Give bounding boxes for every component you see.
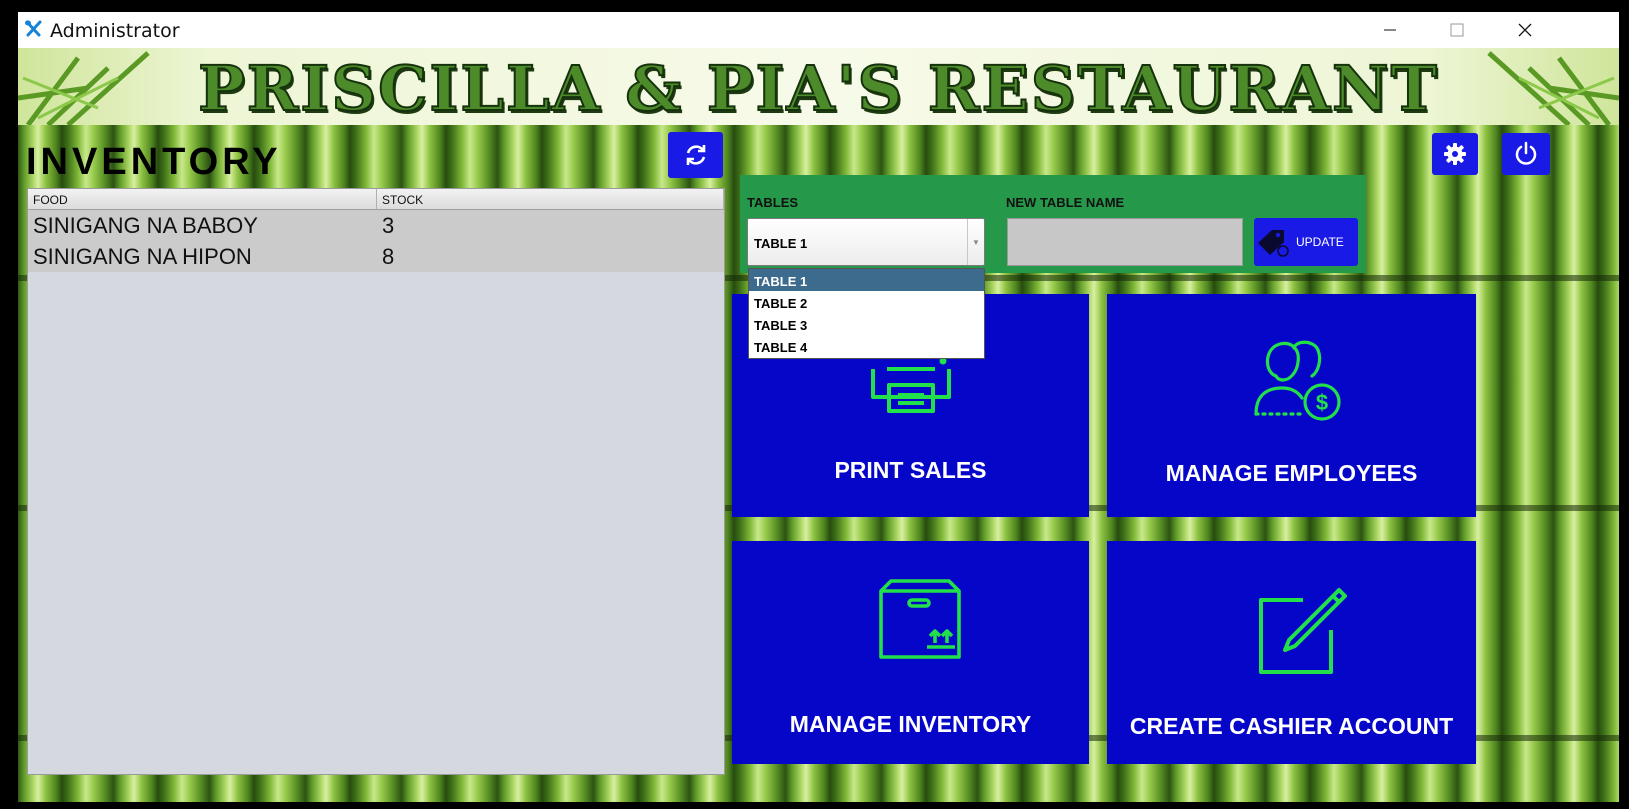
update-button[interactable]: UPDATE [1254, 218, 1358, 266]
update-label: UPDATE [1296, 235, 1344, 249]
table-row[interactable]: SINIGANG NA HIPON 8 [28, 241, 724, 272]
create-cashier-tile[interactable]: CREATE CASHIER ACCOUNT [1107, 541, 1476, 764]
stock-cell: 8 [382, 243, 395, 269]
food-cell: SINIGANG NA HIPON [33, 243, 252, 269]
price-tag-icon [1258, 230, 1289, 257]
table-option[interactable]: TABLE 2 [749, 291, 984, 313]
minimize-icon [1384, 29, 1396, 31]
table-option[interactable]: TABLE 3 [749, 313, 984, 335]
manage-employees-label: MANAGE EMPLOYEES [1165, 460, 1418, 486]
manage-inventory-label: MANAGE INVENTORY [789, 711, 1032, 737]
box-icon [879, 579, 961, 659]
tables-panel: TABLES NEW TABLE NAME TABLE 1 ▼ UPDATE [740, 175, 1366, 273]
table-row[interactable]: SINIGANG NA BABOY 3 [28, 210, 724, 241]
tables-label: TABLES [747, 195, 799, 210]
table-option[interactable]: TABLE 4 [749, 335, 984, 357]
tables-combobox[interactable]: TABLE 1 ▼ [747, 218, 985, 266]
print-sales-label: PRINT SALES [834, 457, 987, 483]
tables-dropdown-list: TABLE 1 TABLE 2 TABLE 3 TABLE 4 [748, 268, 985, 359]
maximize-icon [1450, 23, 1464, 37]
title-bar: Administrator [18, 12, 1619, 48]
manage-inventory-tile[interactable]: MANAGE INVENTORY [732, 541, 1089, 764]
inventory-heading: INVENTORY [26, 141, 282, 183]
manage-employees-tile[interactable]: $ MANAGE EMPLOYEES [1107, 294, 1476, 517]
edit-pencil-icon [1259, 588, 1347, 674]
chevron-down-icon: ▼ [967, 219, 984, 265]
table-option[interactable]: TABLE 1 [749, 269, 984, 291]
minimize-button[interactable] [1360, 12, 1420, 48]
maximize-button[interactable] [1427, 12, 1487, 48]
settings-button[interactable] [1432, 133, 1478, 175]
svg-text:$: $ [1316, 390, 1328, 415]
employees-money-icon: $ [1254, 340, 1341, 421]
banner-title: PRISCILLA & PIA'S RESTAURANT [197, 51, 1439, 125]
gear-icon [1444, 143, 1466, 165]
window-title: Administrator [50, 20, 180, 42]
restaurant-banner: PRISCILLA & PIA'S RESTAURANT [18, 48, 1619, 125]
table-header: FOOD STOCK [28, 189, 724, 210]
refresh-button[interactable] [668, 132, 723, 178]
main-content: INVENTORY FOOD STOCK SINIGANG NA BABOY 3… [18, 125, 1619, 802]
selected-table-value: TABLE 1 [754, 236, 808, 251]
column-header-food[interactable]: FOOD [28, 189, 377, 209]
logout-button[interactable] [1502, 133, 1550, 175]
close-icon [1518, 23, 1532, 37]
stock-cell: 3 [382, 212, 395, 238]
app-window: Administrator PRISCILLA & PIA'S RESTAURA… [18, 12, 1619, 802]
close-button[interactable] [1495, 12, 1555, 48]
new-table-name-label: NEW TABLE NAME [1006, 195, 1125, 210]
food-cell: SINIGANG NA BABOY [33, 212, 258, 238]
new-table-name-input[interactable] [1007, 218, 1243, 266]
create-cashier-label: CREATE CASHIER ACCOUNT [1129, 713, 1454, 739]
column-header-stock[interactable]: STOCK [377, 189, 724, 209]
inventory-table: FOOD STOCK SINIGANG NA BABOY 3 SINIGANG … [27, 188, 725, 775]
fork-spoon-icon [25, 20, 42, 37]
refresh-icon [686, 145, 705, 165]
power-icon [1515, 141, 1537, 165]
